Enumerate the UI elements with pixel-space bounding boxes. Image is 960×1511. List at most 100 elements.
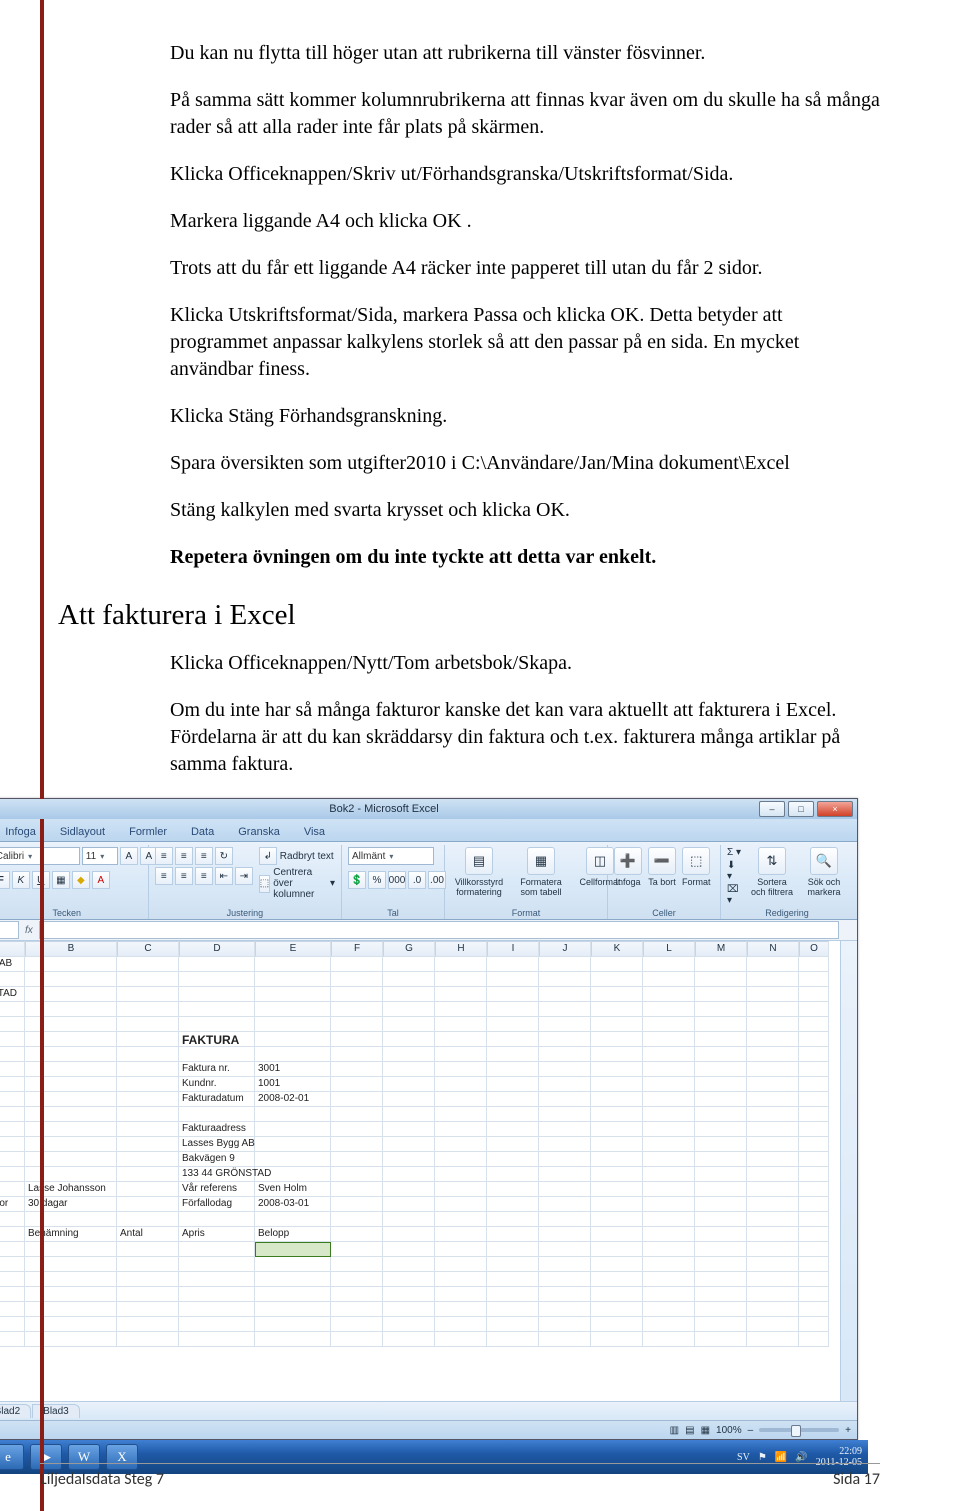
cell[interactable] (747, 987, 799, 1002)
cell[interactable] (255, 1287, 331, 1302)
cell[interactable] (0, 1092, 25, 1107)
cell[interactable] (435, 957, 487, 972)
cell[interactable] (747, 1107, 799, 1122)
cell[interactable]: FAKTURA (179, 1032, 255, 1047)
cell[interactable] (643, 1212, 695, 1227)
cell[interactable] (695, 1137, 747, 1152)
col-header[interactable]: A (0, 941, 25, 957)
cell[interactable] (695, 972, 747, 987)
cell[interactable] (643, 1302, 695, 1317)
cell[interactable] (117, 1002, 179, 1017)
cell[interactable] (25, 1062, 117, 1077)
cell[interactable] (591, 1242, 643, 1257)
tab-review[interactable]: Granska (227, 822, 291, 841)
cell[interactable] (179, 1302, 255, 1317)
cell[interactable] (117, 1182, 179, 1197)
cell[interactable] (747, 1242, 799, 1257)
indent-inc-button[interactable]: ⇥ (235, 867, 253, 885)
cell[interactable] (255, 1212, 331, 1227)
cell[interactable] (799, 1077, 829, 1092)
cell[interactable] (0, 1002, 25, 1017)
cell[interactable] (643, 1017, 695, 1032)
cell[interactable] (383, 1092, 435, 1107)
cell[interactable] (435, 1167, 487, 1182)
cell[interactable] (799, 1062, 829, 1077)
cell[interactable] (487, 1032, 539, 1047)
cell[interactable] (435, 1152, 487, 1167)
cell[interactable] (643, 1182, 695, 1197)
cell[interactable] (383, 1227, 435, 1242)
cell[interactable] (331, 1047, 383, 1062)
cell[interactable] (25, 1317, 117, 1332)
cell[interactable] (695, 957, 747, 972)
cell[interactable] (331, 1197, 383, 1212)
cell[interactable] (747, 972, 799, 987)
align-bottom-button[interactable]: ≡ (195, 847, 213, 865)
cell[interactable] (747, 957, 799, 972)
cell[interactable]: 1001 (255, 1077, 331, 1092)
cell[interactable] (799, 1317, 829, 1332)
cell[interactable] (799, 1257, 829, 1272)
cell[interactable] (643, 1002, 695, 1017)
cell[interactable] (383, 1062, 435, 1077)
cell[interactable] (0, 1107, 25, 1122)
cell[interactable] (591, 1212, 643, 1227)
cell[interactable] (643, 987, 695, 1002)
cell[interactable] (435, 1032, 487, 1047)
cell[interactable] (591, 1047, 643, 1062)
cell[interactable] (539, 1092, 591, 1107)
cell[interactable] (255, 1032, 331, 1047)
cell[interactable] (255, 1257, 331, 1272)
col-header[interactable]: N (747, 941, 799, 957)
cell[interactable] (331, 1302, 383, 1317)
cell[interactable] (0, 1122, 25, 1137)
cell[interactable]: Er referens (0, 1182, 25, 1197)
cell[interactable] (383, 1137, 435, 1152)
col-header[interactable]: G (383, 941, 435, 957)
cell[interactable] (179, 1257, 255, 1272)
cell[interactable] (487, 957, 539, 972)
cell[interactable] (117, 957, 179, 972)
cell[interactable] (539, 1107, 591, 1122)
cell[interactable] (591, 1077, 643, 1092)
col-header[interactable]: O (799, 941, 829, 957)
cell[interactable]: Antal (117, 1227, 179, 1242)
cell[interactable]: Artikelnr (0, 1227, 25, 1242)
cell[interactable] (591, 1137, 643, 1152)
cell[interactable] (331, 1017, 383, 1032)
cell[interactable] (643, 1242, 695, 1257)
cell[interactable] (117, 1137, 179, 1152)
view-break-icon[interactable]: ▦ (701, 1425, 710, 1436)
cell[interactable] (591, 1227, 643, 1242)
cell[interactable] (0, 1167, 25, 1182)
cell[interactable] (799, 1017, 829, 1032)
cell[interactable] (435, 1287, 487, 1302)
cell[interactable] (487, 1302, 539, 1317)
cell[interactable] (25, 1287, 117, 1302)
cell[interactable] (799, 1032, 829, 1047)
cell[interactable]: Vår referens (179, 1182, 255, 1197)
cell[interactable] (695, 1017, 747, 1032)
cell[interactable] (179, 1242, 255, 1257)
cell[interactable] (255, 1152, 331, 1167)
wrap-text-button[interactable]: ↲Radbryt text (259, 847, 335, 865)
cell[interactable] (747, 1227, 799, 1242)
cell[interactable] (0, 1047, 25, 1062)
cell[interactable] (487, 1197, 539, 1212)
cell[interactable] (383, 1257, 435, 1272)
cell[interactable] (25, 1122, 117, 1137)
cell[interactable] (331, 957, 383, 972)
cell[interactable] (435, 1212, 487, 1227)
cell[interactable] (591, 1302, 643, 1317)
cell[interactable] (695, 1317, 747, 1332)
cell[interactable] (435, 1122, 487, 1137)
cell[interactable]: 133 44 GRÖNSTAD (179, 1167, 255, 1182)
cell[interactable] (255, 1242, 331, 1257)
cell[interactable] (539, 1197, 591, 1212)
cell[interactable] (539, 1182, 591, 1197)
cell[interactable] (179, 1002, 255, 1017)
cell[interactable] (383, 1242, 435, 1257)
cell[interactable] (643, 1332, 695, 1347)
cell[interactable] (117, 1122, 179, 1137)
cell[interactable] (591, 1122, 643, 1137)
